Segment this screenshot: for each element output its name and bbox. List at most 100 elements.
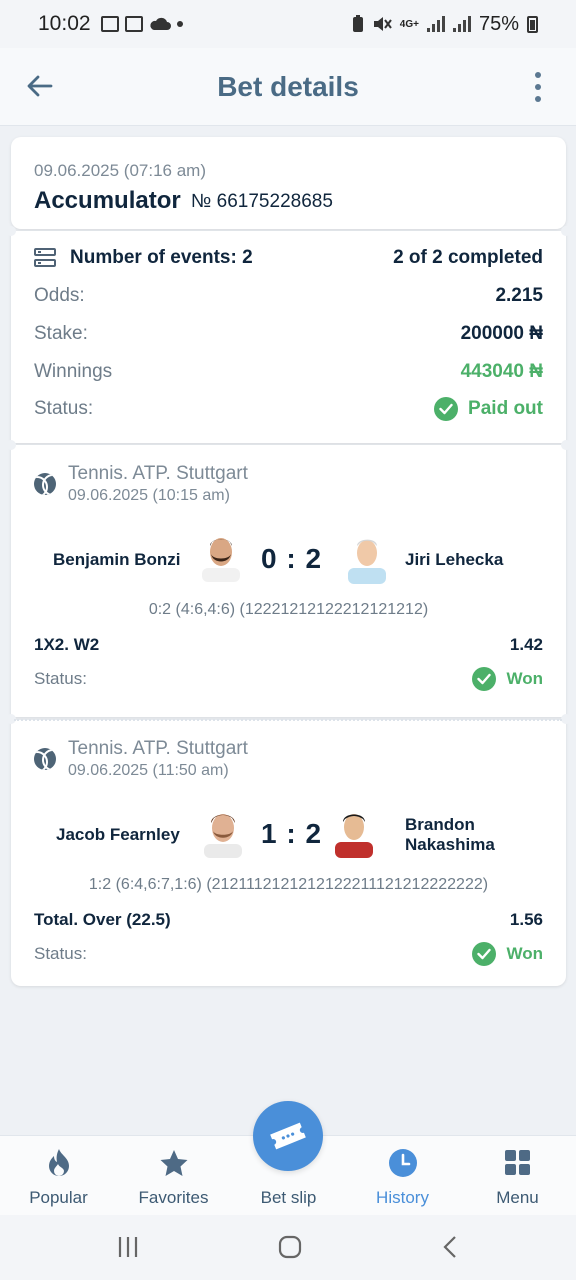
status-row: Status: Paid out xyxy=(34,397,543,421)
tennis-ball-icon xyxy=(34,473,56,495)
events-count-label: Number of events: 2 xyxy=(70,247,253,268)
tab-label: Menu xyxy=(496,1188,539,1207)
recent-apps-button[interactable] xyxy=(117,1235,139,1259)
star-icon xyxy=(160,1150,187,1176)
signal-icon xyxy=(426,16,445,32)
tab-favorites[interactable]: Favorites xyxy=(116,1136,231,1216)
battery-icon xyxy=(527,15,538,33)
event-status-label: Status: xyxy=(34,944,87,963)
tab-history[interactable]: History xyxy=(345,1136,460,1216)
odds-label: Odds: xyxy=(34,285,85,306)
status-bar: 10:02 4G+ 75% xyxy=(0,0,576,48)
ticket-icon xyxy=(270,1122,306,1150)
event-status-row: Status: Won xyxy=(34,667,543,691)
away-player-avatar xyxy=(348,539,386,584)
set-score-detail: 1:2 (6:4,6:7,1:6) (212111212121212221112… xyxy=(88,876,489,893)
odds-value: 2.215 xyxy=(495,285,543,306)
grid-icon xyxy=(504,1150,530,1175)
ticket-notch xyxy=(561,226,571,236)
app-bar: Bet details xyxy=(0,48,576,126)
winnings-value: 443040 ₦ xyxy=(460,361,543,382)
tab-label: Favorites xyxy=(138,1188,209,1207)
home-player: Jacob Fearnley xyxy=(56,825,180,844)
stake-row: Stake: 200000 ₦ xyxy=(34,323,543,345)
page-title: Bet details xyxy=(217,70,359,102)
more-options-button[interactable] xyxy=(526,72,550,102)
tab-label: Bet slip xyxy=(260,1188,317,1207)
news-icon xyxy=(124,16,143,32)
tab-label: Popular xyxy=(29,1188,88,1207)
event-card: Tennis. ATP. Stuttgart 09.06.2025 (11:50… xyxy=(11,720,566,986)
tab-label: History xyxy=(376,1188,429,1207)
tab-popular[interactable]: Popular xyxy=(1,1136,116,1216)
event-league: Tennis. ATP. Stuttgart xyxy=(68,463,248,484)
system-back-button[interactable] xyxy=(442,1235,458,1259)
event-date: 09.06.2025 (10:15 am) xyxy=(68,487,230,504)
away-player: Brandon Nakashima xyxy=(405,815,495,855)
check-circle-icon xyxy=(472,942,497,966)
set-score-detail: 0:2 (4:6,4:6) (12221212122212121212) xyxy=(148,601,429,618)
home-player-avatar xyxy=(202,538,240,582)
battery-saver-icon xyxy=(352,15,363,32)
status-label: Status: xyxy=(34,398,94,419)
market-row: 1X2. W2 1.42 xyxy=(34,635,543,655)
cloud-icon xyxy=(149,17,171,30)
market-odds: 1.42 xyxy=(509,635,543,654)
clock-time: 10:02 xyxy=(38,12,91,35)
event-status-label: Status: xyxy=(34,669,87,688)
away-player: Jiri Lehecka xyxy=(405,550,504,569)
ticket-notch xyxy=(561,440,571,450)
events-row: Number of events: 2 2 of 2 completed xyxy=(34,247,543,269)
event-status-row: Status: Won xyxy=(34,942,543,966)
event-status: Won xyxy=(506,669,543,688)
fire-icon xyxy=(48,1149,69,1176)
stake-value: 200000 ₦ xyxy=(460,323,543,344)
mute-icon xyxy=(373,17,392,31)
market-row: Total. Over (22.5) 1.56 xyxy=(34,910,543,930)
notification-dot-icon xyxy=(176,21,183,27)
winnings-row: Winnings 443040 ₦ xyxy=(34,361,543,383)
bet-date: 09.06.2025 (07:16 am) xyxy=(34,161,207,180)
home-player: Benjamin Bonzi xyxy=(53,550,181,569)
signal-icon-2 xyxy=(452,16,471,32)
stake-label: Stake: xyxy=(34,323,88,344)
event-status: Won xyxy=(506,944,543,963)
winnings-label: Winnings xyxy=(34,361,113,382)
ticket-notch xyxy=(6,226,16,236)
market-name: 1X2. W2 xyxy=(34,635,100,654)
system-nav-bar xyxy=(0,1215,576,1280)
market-odds: 1.56 xyxy=(509,910,543,929)
home-player-avatar xyxy=(204,814,242,858)
market-name: Total. Over (22.5) xyxy=(34,910,171,929)
bet-slip-button[interactable] xyxy=(253,1101,323,1171)
home-button[interactable] xyxy=(278,1235,302,1259)
event-league: Tennis. ATP. Stuttgart xyxy=(68,738,248,759)
event-date: 09.06.2025 (11:50 am) xyxy=(68,762,229,779)
ticket-divider xyxy=(14,719,562,721)
check-circle-icon xyxy=(472,667,497,691)
away-player-last: Nakashima xyxy=(405,835,495,854)
bet-type: Accumulator xyxy=(34,187,181,214)
check-circle-icon xyxy=(434,397,459,421)
completed-count: 2 of 2 completed xyxy=(393,247,543,268)
clock-icon xyxy=(388,1149,417,1177)
back-button[interactable] xyxy=(22,68,58,104)
match-score: 1 : 2 xyxy=(261,818,323,849)
tennis-ball-icon xyxy=(34,748,56,770)
arrow-left-icon xyxy=(27,75,53,97)
away-player-first: Brandon xyxy=(405,815,475,834)
events-list-icon xyxy=(34,248,56,268)
bet-header-card: 09.06.2025 (07:16 am) Accumulator № 6617… xyxy=(11,137,566,229)
battery-percent: 75% xyxy=(478,12,519,35)
gallery-icon xyxy=(100,16,119,32)
network-type: 4G+ xyxy=(399,18,419,30)
match-score: 0 : 2 xyxy=(261,543,323,574)
away-player-avatar xyxy=(335,814,373,858)
tab-menu[interactable]: Menu xyxy=(460,1136,575,1216)
bet-number: № 66175228685 xyxy=(191,191,333,212)
bet-status: Paid out xyxy=(468,398,543,419)
event-card: Tennis. ATP. Stuttgart 09.06.2025 (10:15… xyxy=(11,445,566,717)
ticket-notch xyxy=(561,714,571,724)
bet-summary-card: Number of events: 2 2 of 2 completed Odd… xyxy=(11,231,566,443)
ticket-notch xyxy=(6,440,16,450)
